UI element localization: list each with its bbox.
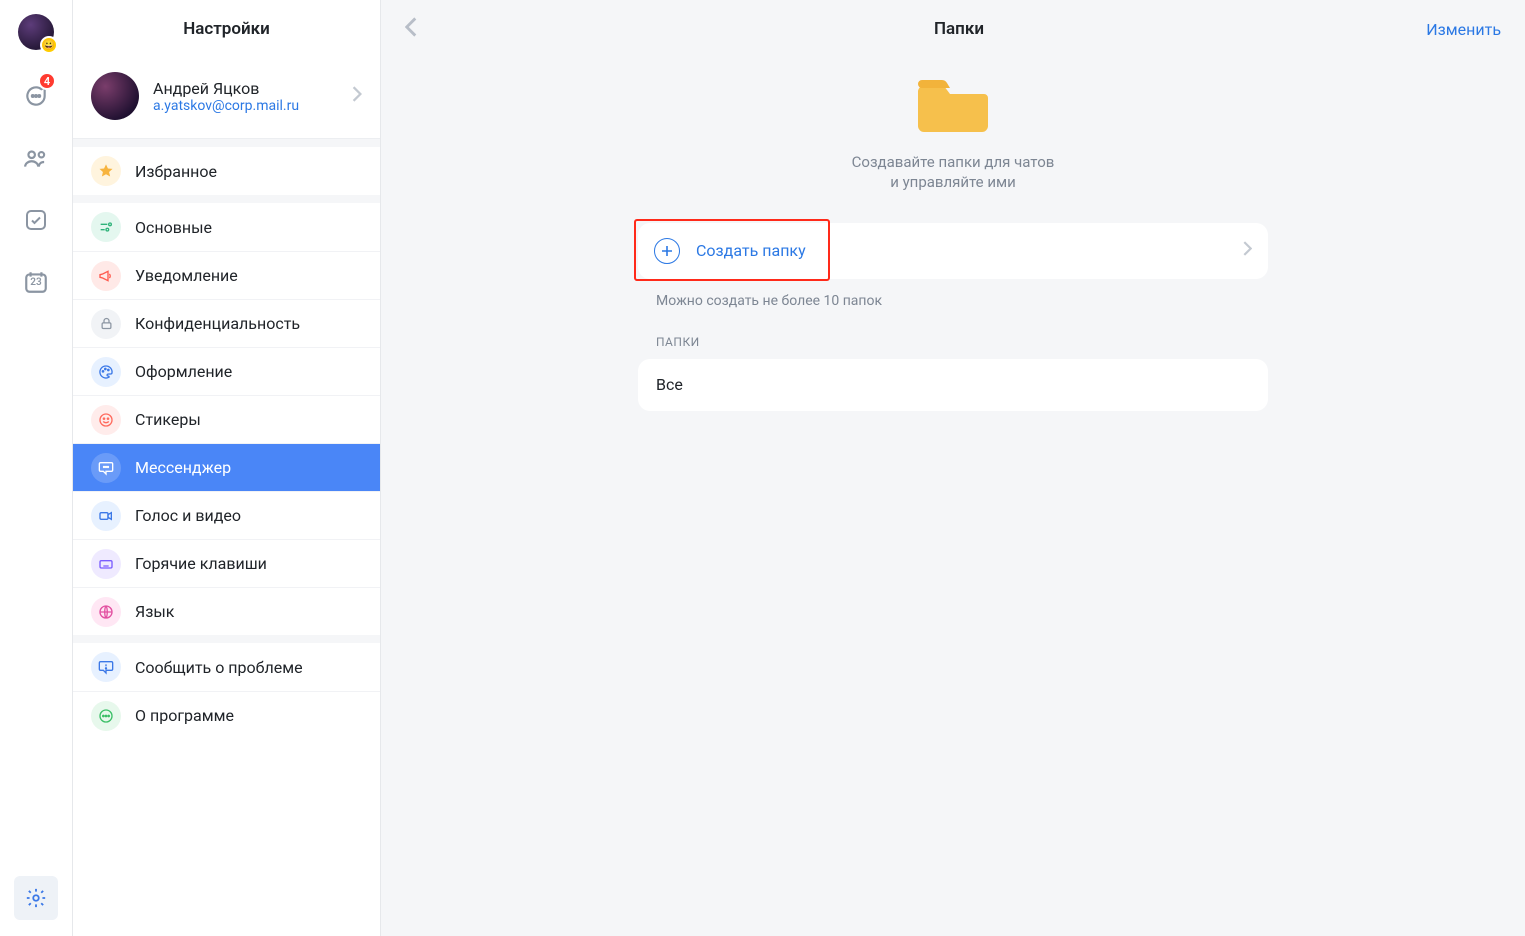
chevron-right-icon bbox=[352, 86, 362, 106]
sidebar-item-label: Голос и видео bbox=[135, 506, 241, 525]
hero-line2: и управляйте ими bbox=[890, 173, 1016, 191]
settings-sidebar: Настройки Андрей Яцков a.yatskov@corp.ma… bbox=[73, 0, 381, 936]
sidebar-item-label: Избранное bbox=[135, 162, 217, 181]
sliders-icon bbox=[91, 212, 121, 242]
chats-badge: 4 bbox=[38, 72, 56, 90]
menu-group: Сообщить о проблеме О программе bbox=[73, 643, 380, 739]
edit-button[interactable]: Изменить bbox=[1426, 20, 1501, 39]
video-icon bbox=[91, 501, 121, 531]
sidebar-item-appearance[interactable]: Оформление bbox=[73, 347, 380, 395]
sidebar-item-label: Конфиденциальность bbox=[135, 314, 300, 333]
sidebar-title: Настройки bbox=[73, 0, 380, 58]
rail-contacts[interactable] bbox=[16, 138, 56, 178]
create-folder-label: Создать папку bbox=[696, 241, 1243, 260]
check-square-icon bbox=[24, 208, 48, 232]
profile-name: Андрей Яцков bbox=[153, 79, 352, 98]
page-title: Папки bbox=[417, 19, 1501, 39]
calendar-day: 23 bbox=[30, 277, 41, 288]
profile-avatar bbox=[91, 72, 139, 120]
smile-icon bbox=[91, 405, 121, 435]
rail-chats[interactable]: 4 bbox=[16, 76, 56, 116]
sidebar-item-notifications[interactable]: Уведомление bbox=[73, 251, 380, 299]
rail-avatar[interactable]: 😀 bbox=[18, 14, 54, 50]
star-icon bbox=[91, 156, 121, 186]
message-icon bbox=[91, 453, 121, 483]
nav-rail: 😀 4 23 bbox=[0, 0, 73, 936]
folder-icon bbox=[918, 74, 988, 136]
sidebar-item-stickers[interactable]: Стикеры bbox=[73, 395, 380, 443]
back-button[interactable] bbox=[405, 17, 417, 41]
sidebar-item-voice-video[interactable]: Голос и видео bbox=[73, 491, 380, 539]
hero-line1: Создавайте папки для чатов bbox=[852, 153, 1055, 171]
folder-name: Все bbox=[656, 375, 683, 394]
folder-row[interactable]: Все bbox=[638, 359, 1268, 411]
alert-icon bbox=[91, 652, 121, 682]
sidebar-item-report[interactable]: Сообщить о проблеме bbox=[73, 643, 380, 691]
sidebar-item-label: Основные bbox=[135, 218, 212, 237]
chevron-right-icon bbox=[1243, 241, 1252, 260]
profile-row[interactable]: Андрей Яцков a.yatskov@corp.mail.ru bbox=[73, 58, 380, 139]
create-folder-button[interactable]: Создать папку bbox=[638, 223, 1268, 279]
sidebar-item-label: Сообщить о проблеме bbox=[135, 658, 303, 677]
rail-calendar[interactable]: 23 bbox=[16, 262, 56, 302]
sidebar-item-privacy[interactable]: Конфиденциальность bbox=[73, 299, 380, 347]
folders-section-header: ПАПКИ bbox=[656, 335, 1268, 349]
gear-icon bbox=[25, 887, 47, 909]
sidebar-item-messenger[interactable]: Мессенджер bbox=[73, 443, 380, 491]
palette-icon bbox=[91, 357, 121, 387]
plus-circle-icon bbox=[654, 238, 680, 264]
profile-email: a.yatskov@corp.mail.ru bbox=[153, 98, 352, 114]
sidebar-item-label: О программе bbox=[135, 706, 234, 725]
sidebar-item-label: Оформление bbox=[135, 362, 232, 381]
info-icon bbox=[91, 701, 121, 731]
sidebar-item-language[interactable]: Язык bbox=[73, 587, 380, 635]
status-emoji-icon: 😀 bbox=[40, 36, 58, 54]
main-header: Папки Изменить bbox=[381, 0, 1525, 58]
hero: Создавайте папки для чатов и управляйте … bbox=[852, 74, 1055, 193]
sidebar-item-label: Стикеры bbox=[135, 410, 201, 429]
sidebar-item-label: Уведомление bbox=[135, 266, 238, 285]
sidebar-item-hotkeys[interactable]: Горячие клавиши bbox=[73, 539, 380, 587]
sidebar-item-about[interactable]: О программе bbox=[73, 691, 380, 739]
lock-icon bbox=[91, 309, 121, 339]
keyboard-icon bbox=[91, 549, 121, 579]
menu-group: Основные Уведомление Конфиденциальность … bbox=[73, 203, 380, 635]
main-pane: Папки Изменить Создавайте папки для чато… bbox=[381, 0, 1525, 936]
sidebar-item-label: Мессенджер bbox=[135, 458, 231, 477]
chevron-left-icon bbox=[405, 17, 417, 37]
menu-group: Избранное bbox=[73, 147, 380, 195]
create-hint: Можно создать не более 10 папок bbox=[656, 293, 1262, 309]
rail-tasks[interactable] bbox=[16, 200, 56, 240]
sidebar-item-label: Горячие клавиши bbox=[135, 554, 267, 573]
sidebar-item-general[interactable]: Основные bbox=[73, 203, 380, 251]
rail-settings-button[interactable] bbox=[14, 876, 58, 920]
sidebar-item-label: Язык bbox=[135, 602, 174, 621]
sidebar-item-favorites[interactable]: Избранное bbox=[73, 147, 380, 195]
people-icon bbox=[23, 145, 49, 171]
megaphone-icon bbox=[91, 261, 121, 291]
globe-icon bbox=[91, 597, 121, 627]
